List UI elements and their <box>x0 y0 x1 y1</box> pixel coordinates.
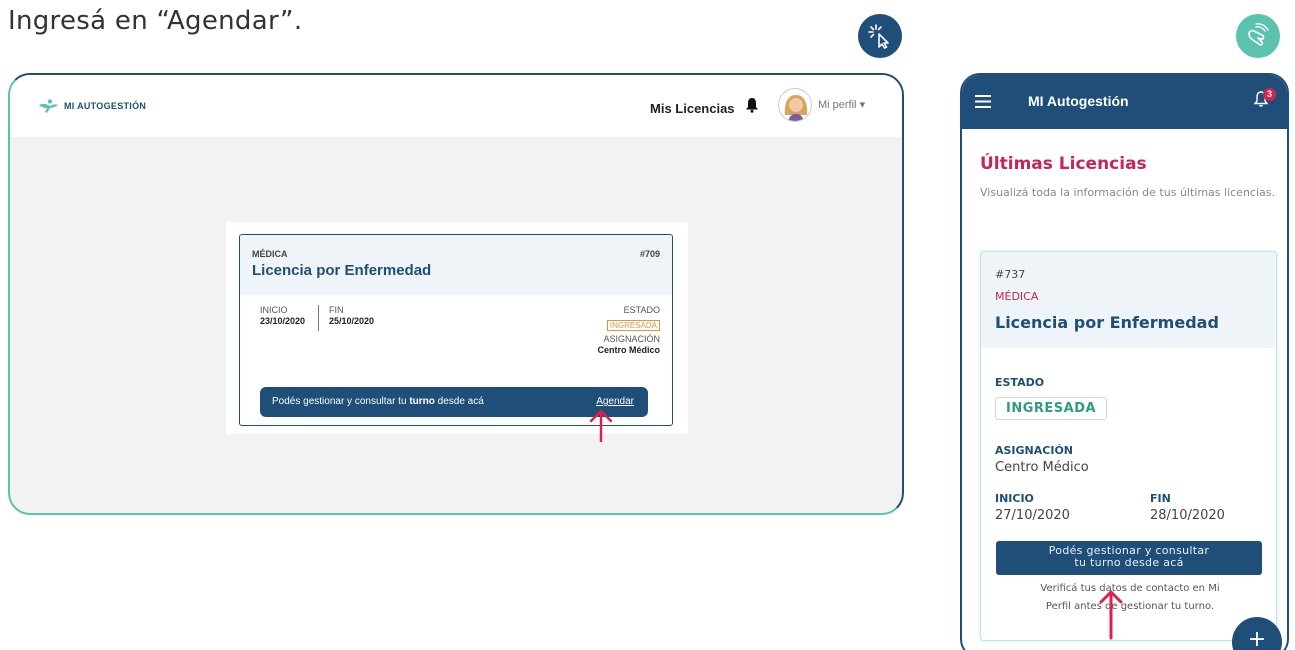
avatar[interactable] <box>778 88 812 122</box>
license-title: Licencia por Enfermedad <box>252 262 432 279</box>
turno-button-line2: tu turno desde acá <box>1074 556 1184 569</box>
assignment-value: Centro Médico <box>995 460 1089 475</box>
section-description: Visualizá toda la información de tus últ… <box>980 186 1275 199</box>
date-divider <box>318 305 319 331</box>
status-badge: INGRESADA <box>606 320 660 331</box>
app-title: MI Autogestión <box>1028 93 1129 109</box>
license-number: #709 <box>639 249 660 259</box>
assignment-label: ASIGNACIÓN <box>995 444 1073 457</box>
verify-note-line2: Perfil antes de gestionar tu turno. <box>1045 601 1215 612</box>
verify-contact-note: Verificá tus datos de contacto en Mi Per… <box>995 580 1265 616</box>
start-label: INICIO <box>995 492 1034 505</box>
caret-down-icon: ▾ <box>859 99 866 111</box>
bell-icon[interactable] <box>745 97 759 113</box>
assignment-label: ASIGNACIÓN <box>603 334 660 344</box>
mobile-mockup: MI Autogestión 3 Últimas Licencias Visua… <box>960 73 1289 650</box>
profile-menu[interactable]: Mi perfil ▾ <box>818 98 865 111</box>
turno-button[interactable]: Podés gestionar y consultar tu turno des… <box>996 541 1262 575</box>
license-card-header: #737 MÉDICA Licencia por Enfermedad <box>981 252 1276 348</box>
mobile-header: MI Autogestión 3 <box>962 75 1287 129</box>
end-label: FIN <box>329 305 344 315</box>
logo-text: MI AUTOGESTIÓN <box>64 101 147 111</box>
start-value: 23/10/2020 <box>260 316 306 326</box>
license-card: #737 MÉDICA Licencia por Enfermedad ESTA… <box>980 251 1277 641</box>
license-category: MÉDICA <box>995 290 1039 303</box>
logo-icon <box>39 99 58 113</box>
status-label: ESTADO <box>623 305 660 315</box>
license-title: Licencia por Enfermedad <box>995 313 1219 332</box>
profile-label: Mi perfil <box>818 99 857 111</box>
license-card: MÉDICA #709 Licencia por Enfermedad INIC… <box>239 234 673 426</box>
app-logo[interactable]: MI AUTOGESTIÓN <box>38 99 146 113</box>
notification-badge: 3 <box>1263 88 1276 101</box>
desktop-header: MI AUTOGESTIÓN Mis Licencias Mi perfil ▾ <box>10 75 902 137</box>
status-label: ESTADO <box>995 376 1045 389</box>
section-title: Últimas Licencias <box>980 154 1147 174</box>
status-badge: INGRESADA <box>995 397 1108 420</box>
start-label: INICIO <box>260 305 288 315</box>
end-value: 28/10/2020 <box>1150 508 1225 523</box>
click-cursor-icon <box>858 14 902 58</box>
tap-hand-icon <box>1236 14 1280 58</box>
instruction-text: Ingresá en “Agendar”. <box>8 6 303 36</box>
license-category: MÉDICA <box>252 249 288 259</box>
nav-mis-licencias[interactable]: Mis Licencias <box>650 101 735 116</box>
verify-note-line1: Verificá tus datos de contacto en Mi <box>1040 583 1220 594</box>
end-label: FIN <box>1150 492 1171 505</box>
turno-banner-text: Podés gestionar y consultar tu turno des… <box>272 396 484 407</box>
agendar-link[interactable]: Agendar <box>596 396 634 407</box>
license-card-container: MÉDICA #709 Licencia por Enfermedad INIC… <box>226 222 688 434</box>
license-number: #737 <box>995 268 1026 281</box>
assignment-value: Centro Médico <box>597 345 660 355</box>
arrow-up-icon <box>589 409 613 443</box>
start-value: 27/10/2020 <box>995 508 1070 523</box>
turno-text-before: Podés gestionar y consultar tu <box>272 396 410 407</box>
arrow-up-icon <box>1099 590 1123 640</box>
hamburger-menu-icon[interactable] <box>975 95 991 108</box>
end-value: 25/10/2020 <box>329 316 375 326</box>
desktop-mockup: MI AUTOGESTIÓN Mis Licencias Mi perfil ▾… <box>8 73 904 515</box>
turno-text-bold: turno <box>409 396 435 407</box>
turno-text-after: desde acá <box>434 396 484 407</box>
license-card-header: MÉDICA #709 Licencia por Enfermedad <box>240 235 672 295</box>
